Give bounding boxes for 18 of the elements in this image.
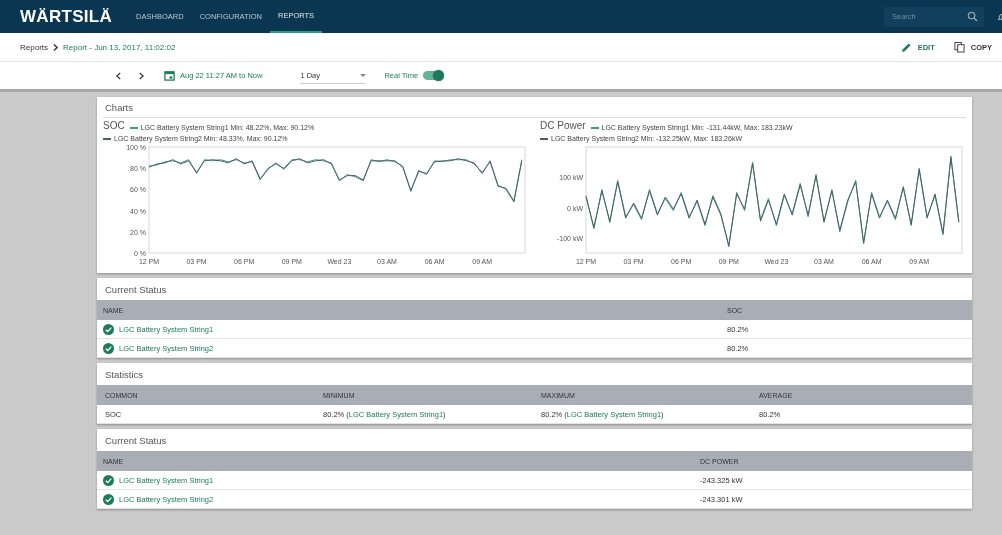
chart-title: DC Power [540,120,586,131]
card-title: Charts [105,101,133,113]
copy-icon [953,41,965,53]
card-title: Statistics [105,368,143,380]
chevron-right-icon [53,43,58,51]
breadcrumb-current: Report - Jun 13, 2017, 11:02:02 [63,42,176,52]
chart-title: SOC [103,120,125,131]
card-title: Current Status [105,434,167,446]
logo[interactable]: WÄRTSILÄ [20,6,113,27]
breadcrumb-link[interactable]: Reports [20,42,48,52]
real-time-toggle[interactable] [423,71,444,80]
search-icon[interactable] [967,11,978,22]
caret-down-icon [360,73,367,77]
chevron-right-icon [139,71,144,80]
calendar-icon[interactable] [164,70,175,81]
card-title: Current Status [105,283,167,295]
chevron-left-icon [116,71,121,80]
pencil-icon [900,41,912,53]
